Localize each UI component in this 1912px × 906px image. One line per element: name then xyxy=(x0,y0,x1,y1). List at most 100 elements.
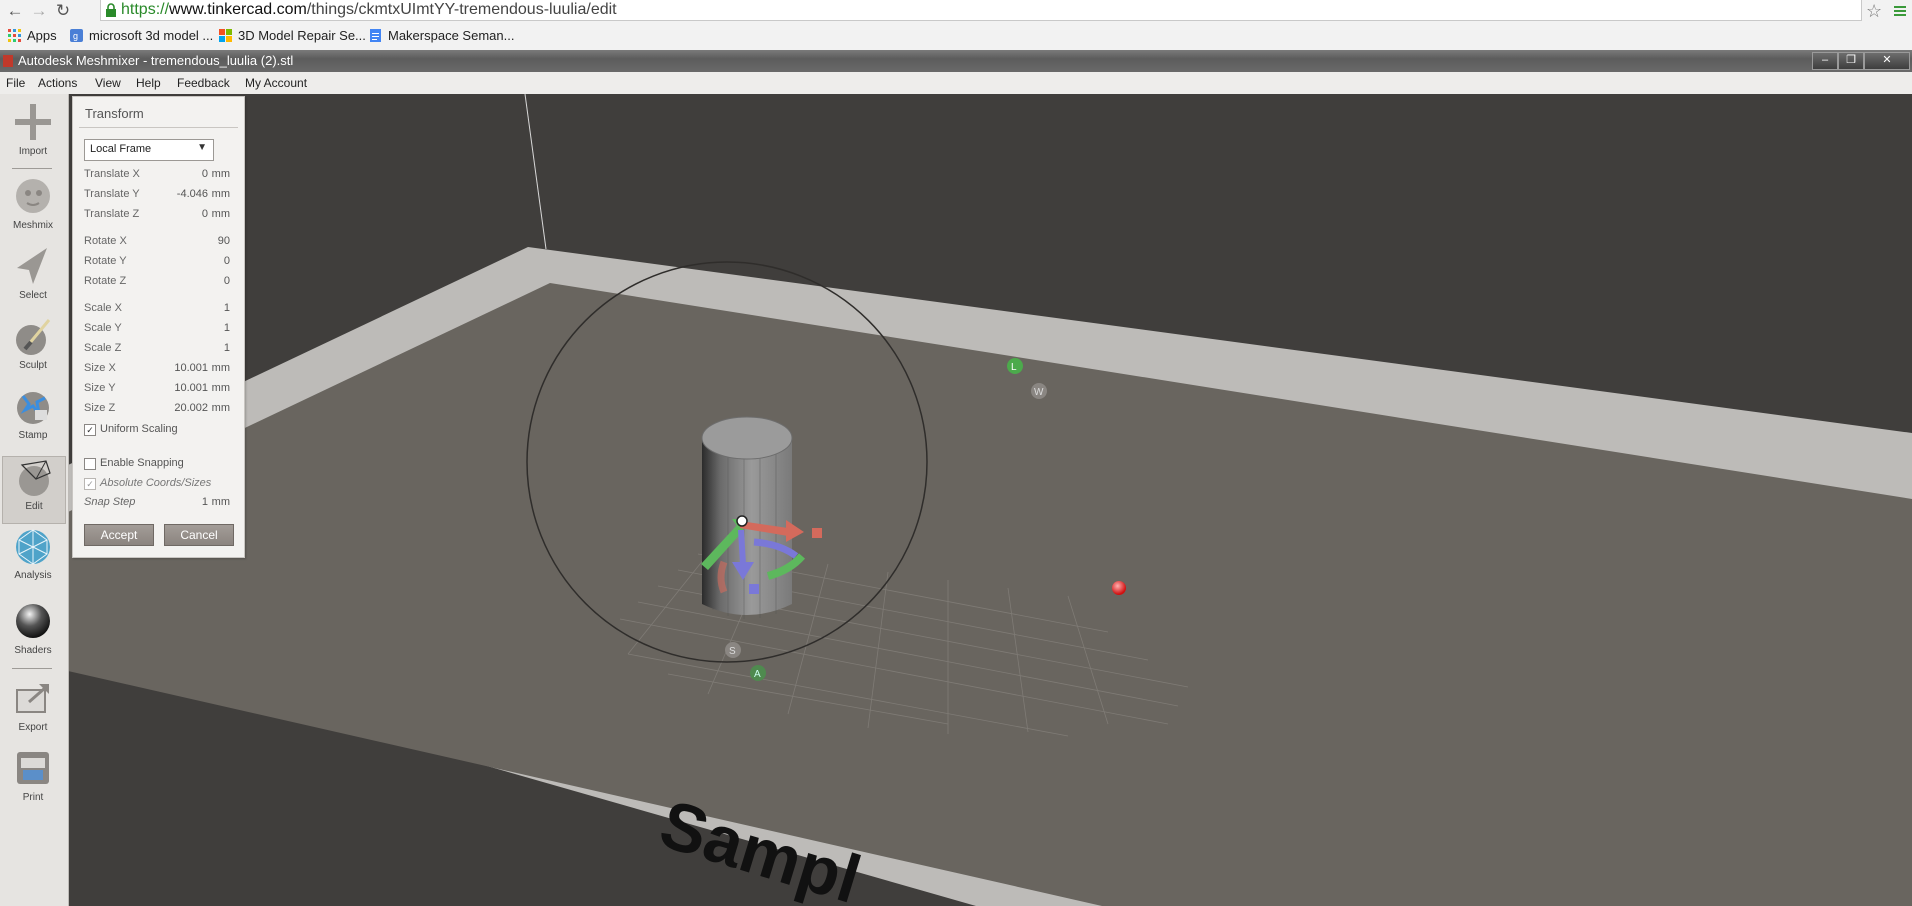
rotate-z-row[interactable]: Rotate Z 0 xyxy=(84,275,236,291)
url-host: www.tinkercad.com xyxy=(169,1,307,18)
menu-my-account[interactable]: My Account xyxy=(245,76,307,90)
scale-x-value[interactable]: 1 xyxy=(224,302,230,314)
back-arrow-icon[interactable]: ← xyxy=(4,0,26,22)
bookmark-microsoft-3d[interactable]: g microsoft 3d model ... xyxy=(70,24,213,48)
meshmixer-logo-icon xyxy=(3,55,13,67)
scale-z-row[interactable]: Scale Z 1 xyxy=(84,342,236,358)
gizmo-center-handle[interactable] xyxy=(736,515,748,527)
tool-sidebar: Import Meshmix Select Sculpt Stamp Edit … xyxy=(0,94,69,906)
tool-label: Stamp xyxy=(18,430,48,441)
field-label: Translate Y xyxy=(84,188,140,200)
size-x-value[interactable]: 10.001 xyxy=(174,362,208,374)
tool-import[interactable]: Import xyxy=(2,102,64,168)
tool-label: Edit xyxy=(25,501,43,512)
maximize-button[interactable]: ❐ xyxy=(1838,52,1864,70)
browser-menu-icon[interactable] xyxy=(1892,3,1908,19)
tool-sculpt[interactable]: Sculpt xyxy=(2,316,64,382)
bookmark-3d-repair[interactable]: 3D Model Repair Se... xyxy=(219,24,366,48)
reload-icon[interactable]: ↻ xyxy=(52,0,74,22)
size-x-row[interactable]: Size X 10.001 mm xyxy=(84,362,236,378)
ring-handle-s[interactable]: S xyxy=(725,642,741,658)
menu-file[interactable]: File xyxy=(6,76,25,90)
rotate-x-row[interactable]: Rotate X 90 xyxy=(84,235,236,251)
menu-actions[interactable]: Actions xyxy=(38,76,77,90)
field-label: Snap Step xyxy=(84,496,136,508)
ring-handle-l[interactable]: L xyxy=(1007,358,1023,374)
scale-z-value[interactable]: 1 xyxy=(224,342,230,354)
ring-handle-w[interactable]: W xyxy=(1031,383,1047,399)
tool-analysis[interactable]: Analysis xyxy=(2,526,64,592)
rotate-z-value[interactable]: 0 xyxy=(224,275,230,287)
z-axis-scale-handle[interactable] xyxy=(749,584,759,594)
ring-handle-a[interactable]: A xyxy=(750,665,766,681)
rotate-y-row[interactable]: Rotate Y 0 xyxy=(84,255,236,271)
translate-x-row[interactable]: Translate X 0 mm xyxy=(84,168,236,184)
select-arrow-icon xyxy=(17,248,47,284)
bookmarks-bar: Apps g microsoft 3d model ... 3D Model Re… xyxy=(0,24,1912,51)
menu-view[interactable]: View xyxy=(95,76,121,90)
translate-x-value[interactable]: 0 xyxy=(202,168,208,180)
field-label: Scale Y xyxy=(84,322,122,334)
tool-label: Analysis xyxy=(14,570,52,581)
x-axis-scale-handle[interactable] xyxy=(812,528,822,538)
rotate-y-value[interactable]: 0 xyxy=(224,255,230,267)
panel-title: Transform xyxy=(85,106,144,121)
size-y-row[interactable]: Size Y 10.001 mm xyxy=(84,382,236,398)
bookmark-star-icon[interactable]: ☆ xyxy=(1866,0,1882,22)
3d-viewport[interactable]: L W S A Sampl xyxy=(68,94,1912,906)
bookmark-apps[interactable]: Apps xyxy=(8,24,57,48)
tool-meshmix[interactable]: Meshmix xyxy=(2,176,64,242)
snap-step-value[interactable]: 1 xyxy=(202,496,208,508)
toolbar-divider xyxy=(12,168,52,169)
translate-z-row[interactable]: Translate Z 0 mm xyxy=(84,208,236,224)
tool-select[interactable]: Select xyxy=(2,246,64,312)
plus-icon xyxy=(15,104,51,140)
accept-button[interactable]: Accept xyxy=(84,524,154,546)
snap-step-row[interactable]: Snap Step 1 mm xyxy=(84,496,236,512)
menu-help[interactable]: Help xyxy=(136,76,161,90)
address-bar[interactable]: https://www.tinkercad.com/things/ckmtxUI… xyxy=(100,0,1862,21)
forward-arrow-icon[interactable]: → xyxy=(28,0,50,22)
absolute-coords-checkbox[interactable]: ✓ Absolute Coords/Sizes xyxy=(84,476,236,492)
close-button[interactable]: ✕ xyxy=(1864,52,1910,70)
menu-feedback[interactable]: Feedback xyxy=(177,76,230,90)
scale-y-row[interactable]: Scale Y 1 xyxy=(84,322,236,338)
unit-label: mm xyxy=(211,168,230,180)
edit-mesh-icon xyxy=(19,460,51,496)
handle-label: L xyxy=(1011,362,1017,373)
scale-y-value[interactable]: 1 xyxy=(224,322,230,334)
toolbar-divider xyxy=(12,668,52,669)
size-y-value[interactable]: 10.001 xyxy=(174,382,208,394)
shader-sphere-icon xyxy=(16,604,50,638)
scale-x-row[interactable]: Scale X 1 xyxy=(84,302,236,318)
bookmark-label: Makerspace Seman... xyxy=(388,28,515,43)
tool-shaders[interactable]: Shaders xyxy=(2,601,64,667)
cylinder-mesh[interactable] xyxy=(701,416,793,619)
translate-y-value[interactable]: -4.046 xyxy=(177,188,208,200)
enable-snapping-checkbox[interactable]: Enable Snapping xyxy=(84,456,236,472)
analysis-mesh-icon xyxy=(16,529,50,565)
tool-print[interactable]: Print xyxy=(2,748,64,814)
tool-stamp[interactable]: Stamp xyxy=(2,386,64,452)
cancel-button[interactable]: Cancel xyxy=(164,524,234,546)
tool-label: Meshmix xyxy=(12,220,53,231)
red-pivot-sphere[interactable] xyxy=(1112,581,1126,595)
x-rotation-arc[interactable] xyxy=(717,560,728,594)
tool-edit[interactable]: Edit xyxy=(2,456,66,524)
size-z-value[interactable]: 20.002 xyxy=(174,402,208,414)
frame-dropdown-value: Local Frame xyxy=(90,143,152,155)
size-z-row[interactable]: Size Z 20.002 mm xyxy=(84,402,236,418)
minimize-button[interactable]: – xyxy=(1812,52,1838,70)
rotate-x-value[interactable]: 90 xyxy=(218,235,230,247)
uniform-scaling-checkbox[interactable]: ✓ Uniform Scaling xyxy=(84,422,236,438)
app-title-bar: Autodesk Meshmixer - tremendous_luulia (… xyxy=(0,50,1912,72)
tool-export[interactable]: Export xyxy=(2,678,64,744)
handle-label: W xyxy=(1034,387,1044,398)
bookmark-label: 3D Model Repair Se... xyxy=(238,28,366,43)
windows-icon xyxy=(219,29,232,42)
translate-z-value[interactable]: 0 xyxy=(202,208,208,220)
translate-y-row[interactable]: Translate Y -4.046 mm xyxy=(84,188,236,204)
bookmark-makerspace[interactable]: Makerspace Seman... xyxy=(369,24,514,48)
frame-dropdown[interactable]: Local Frame ▼ xyxy=(84,139,214,161)
google-icon: g xyxy=(70,29,83,42)
